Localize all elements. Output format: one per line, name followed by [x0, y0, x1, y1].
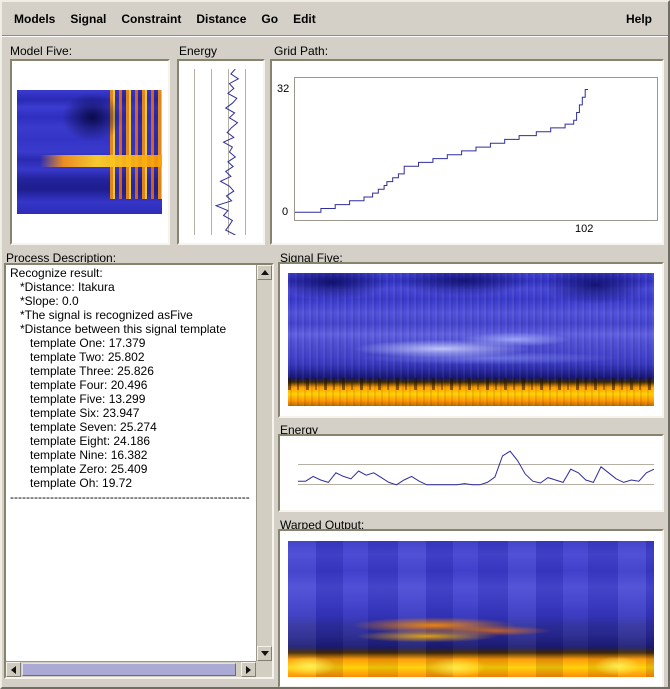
grid-path-label: Grid Path: — [274, 44, 328, 58]
scrollbar-corner — [256, 661, 272, 677]
vertical-scrollbar[interactable] — [256, 265, 272, 661]
app-window: Models Signal Constraint Distance Go Edi… — [0, 0, 670, 689]
menu-signal[interactable]: Signal — [70, 12, 106, 26]
model-five-spectrogram — [17, 90, 162, 214]
left-arrow-icon — [11, 666, 16, 674]
signal-five-panel — [278, 262, 664, 418]
signal-five-spectrogram — [288, 273, 654, 406]
menu-constraint[interactable]: Constraint — [121, 12, 181, 26]
warped-output-spectrogram — [288, 541, 654, 677]
energy-model-plot — [185, 69, 259, 235]
grid-path-ymax-tick: 32 — [277, 83, 289, 95]
scroll-up-button[interactable] — [257, 265, 272, 280]
menu-models[interactable]: Models — [14, 12, 55, 26]
grid-path-xmax-tick: 102 — [575, 223, 593, 235]
scroll-down-button[interactable] — [257, 646, 272, 661]
energy-signal-plot — [298, 444, 654, 504]
horizontal-scroll-thumb[interactable] — [22, 663, 236, 676]
energy-model-label: Energy — [179, 44, 217, 58]
scroll-right-button[interactable] — [241, 662, 256, 677]
menu-bar: Models Signal Constraint Distance Go Edi… — [2, 2, 668, 36]
model-five-panel — [10, 59, 170, 245]
right-arrow-icon — [246, 666, 251, 674]
grid-path-panel: 32 0 102 — [270, 59, 664, 245]
up-arrow-icon — [261, 270, 269, 275]
menu-distance[interactable]: Distance — [196, 12, 246, 26]
scroll-left-button[interactable] — [6, 662, 21, 677]
model-five-label: Model Five: — [10, 44, 72, 58]
process-description-panel: Recognize result: *Distance: Itakura *Sl… — [4, 263, 274, 679]
energy-signal-panel — [278, 434, 664, 512]
grid-path-plot — [294, 77, 658, 221]
warped-output-panel — [278, 529, 664, 688]
energy-model-panel — [177, 59, 265, 245]
menu-go[interactable]: Go — [261, 12, 278, 26]
process-text[interactable]: Recognize result: *Distance: Itakura *Sl… — [7, 265, 255, 660]
down-arrow-icon — [261, 651, 269, 656]
horizontal-scrollbar[interactable] — [6, 661, 256, 677]
menu-edit[interactable]: Edit — [293, 12, 316, 26]
menu-help[interactable]: Help — [626, 12, 652, 26]
grid-path-ymin-tick: 0 — [282, 206, 288, 218]
